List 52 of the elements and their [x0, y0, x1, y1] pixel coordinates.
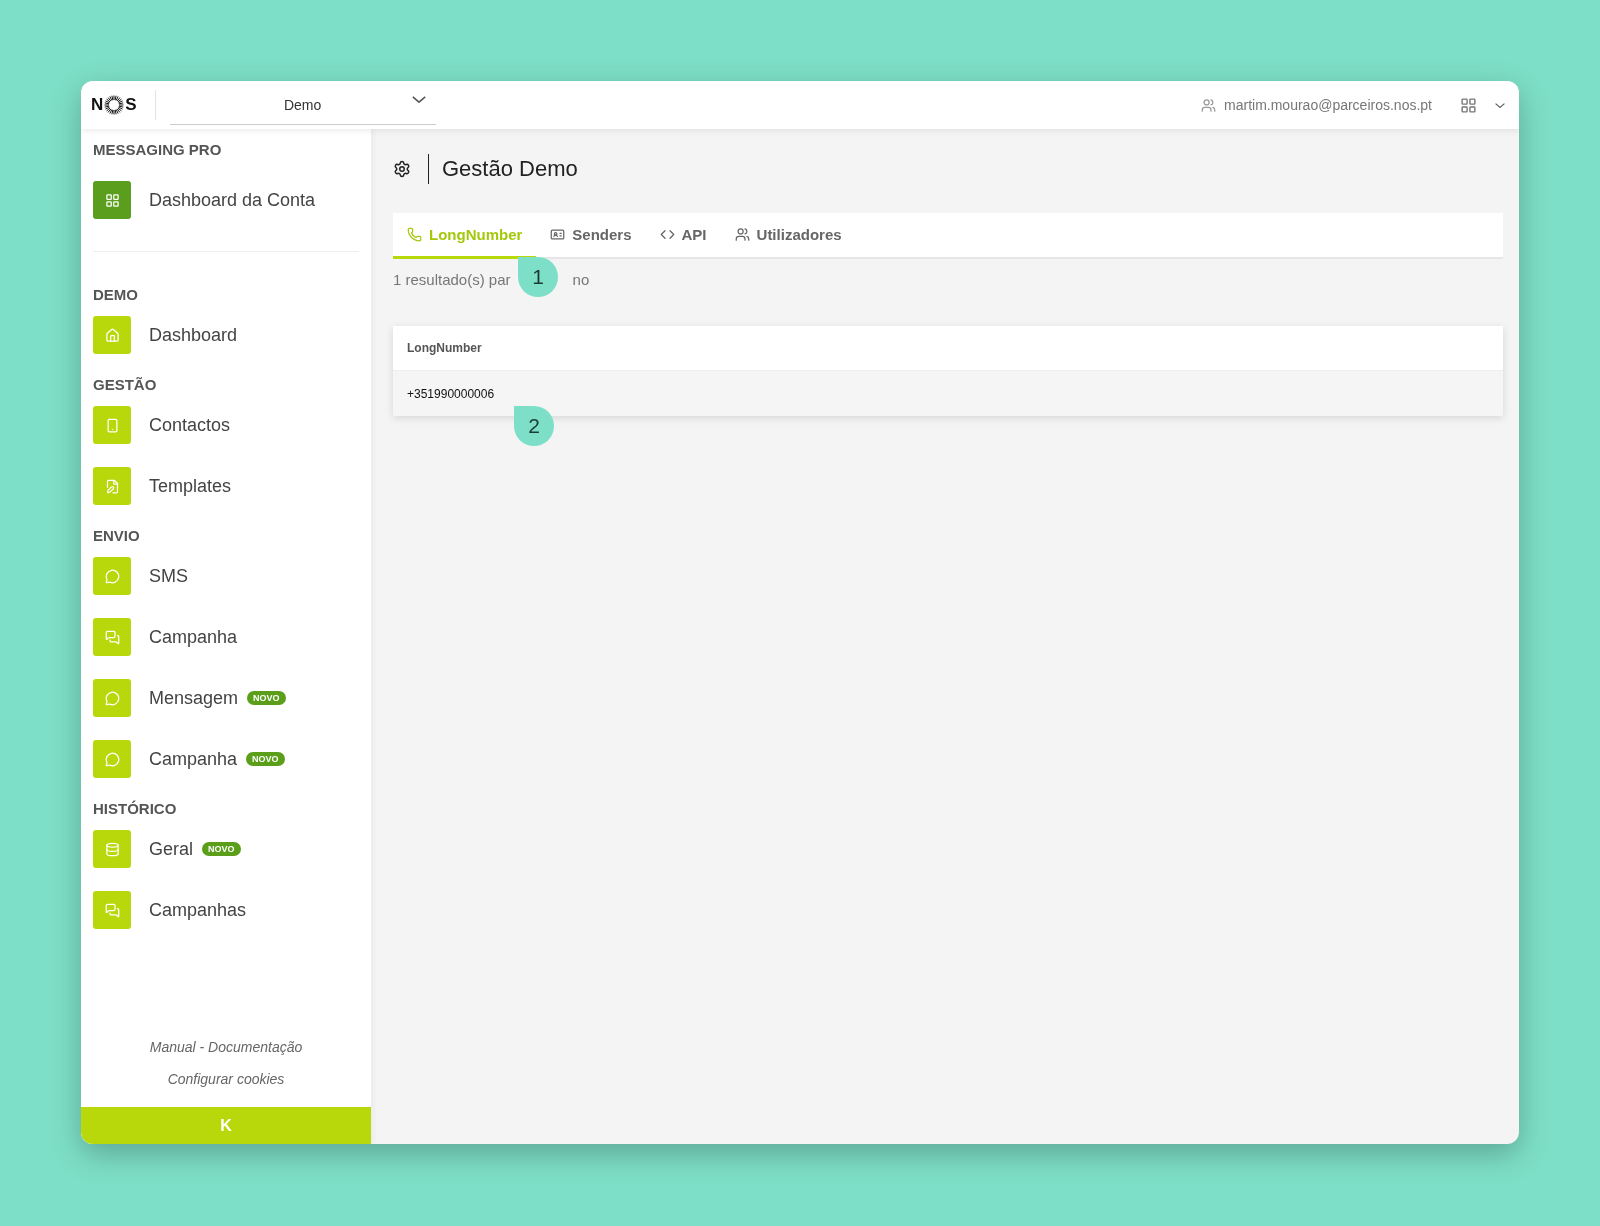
result-count-text: no [572, 271, 590, 288]
tab[interactable]: Utilizadores [720, 213, 856, 259]
callout-marker: 1 [518, 257, 558, 297]
section-title: ENVIO [93, 527, 141, 544]
file-edit-icon [104, 478, 120, 494]
speech-bubbles-icon [104, 902, 120, 918]
new-badge: NOVO [247, 691, 286, 705]
result-count-text: 1 resultado(s) par [393, 271, 511, 288]
speech-bubbles-icon [104, 629, 120, 645]
tab[interactable]: Senders [536, 213, 646, 259]
chevron-down-icon [411, 95, 426, 103]
sidebar-item[interactable]: Campanha [93, 617, 359, 657]
users-icon [734, 227, 750, 242]
sidebar-item[interactable]: Dashboard [93, 315, 359, 355]
home-icon [104, 327, 120, 343]
footer-link[interactable]: Manual - Documentação [149, 1039, 303, 1055]
speech-bubble-icon [104, 568, 120, 584]
logo: N S [91, 90, 156, 120]
phone-icon [407, 227, 422, 242]
sidebar-item[interactable]: Geral NOVO [93, 829, 359, 869]
page-title: Gestão Demo [442, 156, 578, 182]
footer-link[interactable]: Configurar cookies [167, 1071, 285, 1087]
sidebar-item[interactable]: Mensagem NOVO [93, 678, 359, 718]
id-card-icon [550, 227, 566, 242]
sidebar-item[interactable]: Templates [93, 466, 359, 506]
new-badge: NOVO [202, 842, 241, 856]
code-icon [659, 227, 675, 242]
section-title: MESSAGING PRO [93, 141, 223, 158]
sidebar-item[interactable]: SMS [93, 556, 359, 596]
user-email: martim.mourao@parceiros.nos.pt [1224, 97, 1432, 113]
phone-icon [104, 417, 120, 433]
speech-bubble-icon [104, 751, 120, 767]
settings-icon [393, 160, 411, 178]
chevron-down-icon[interactable] [1495, 102, 1505, 108]
section-title: GESTÃO [93, 376, 158, 393]
account-select[interactable]: Demo [169, 85, 436, 125]
tab[interactable]: API [645, 213, 721, 259]
database-icon [104, 841, 120, 857]
section-title: DEMO [93, 286, 139, 303]
grid-icon [104, 192, 120, 208]
callout-marker: 2 [514, 406, 554, 446]
speech-bubble-icon [104, 690, 120, 706]
apps-grid-icon[interactable] [1460, 96, 1477, 114]
section-title: HISTÓRICO [93, 800, 178, 817]
table-cell: +351990000006 [393, 371, 1503, 416]
sidebar-item[interactable]: Campanha NOVO [93, 739, 359, 779]
sidebar-item[interactable]: Dashboard da Conta [93, 180, 359, 220]
new-badge: NOVO [246, 752, 285, 766]
user-icon [1201, 97, 1217, 113]
sidebar-item[interactable]: Contactos [93, 405, 359, 445]
sidebar-item[interactable]: Campanhas [93, 890, 359, 930]
sunburst-icon [104, 95, 125, 115]
